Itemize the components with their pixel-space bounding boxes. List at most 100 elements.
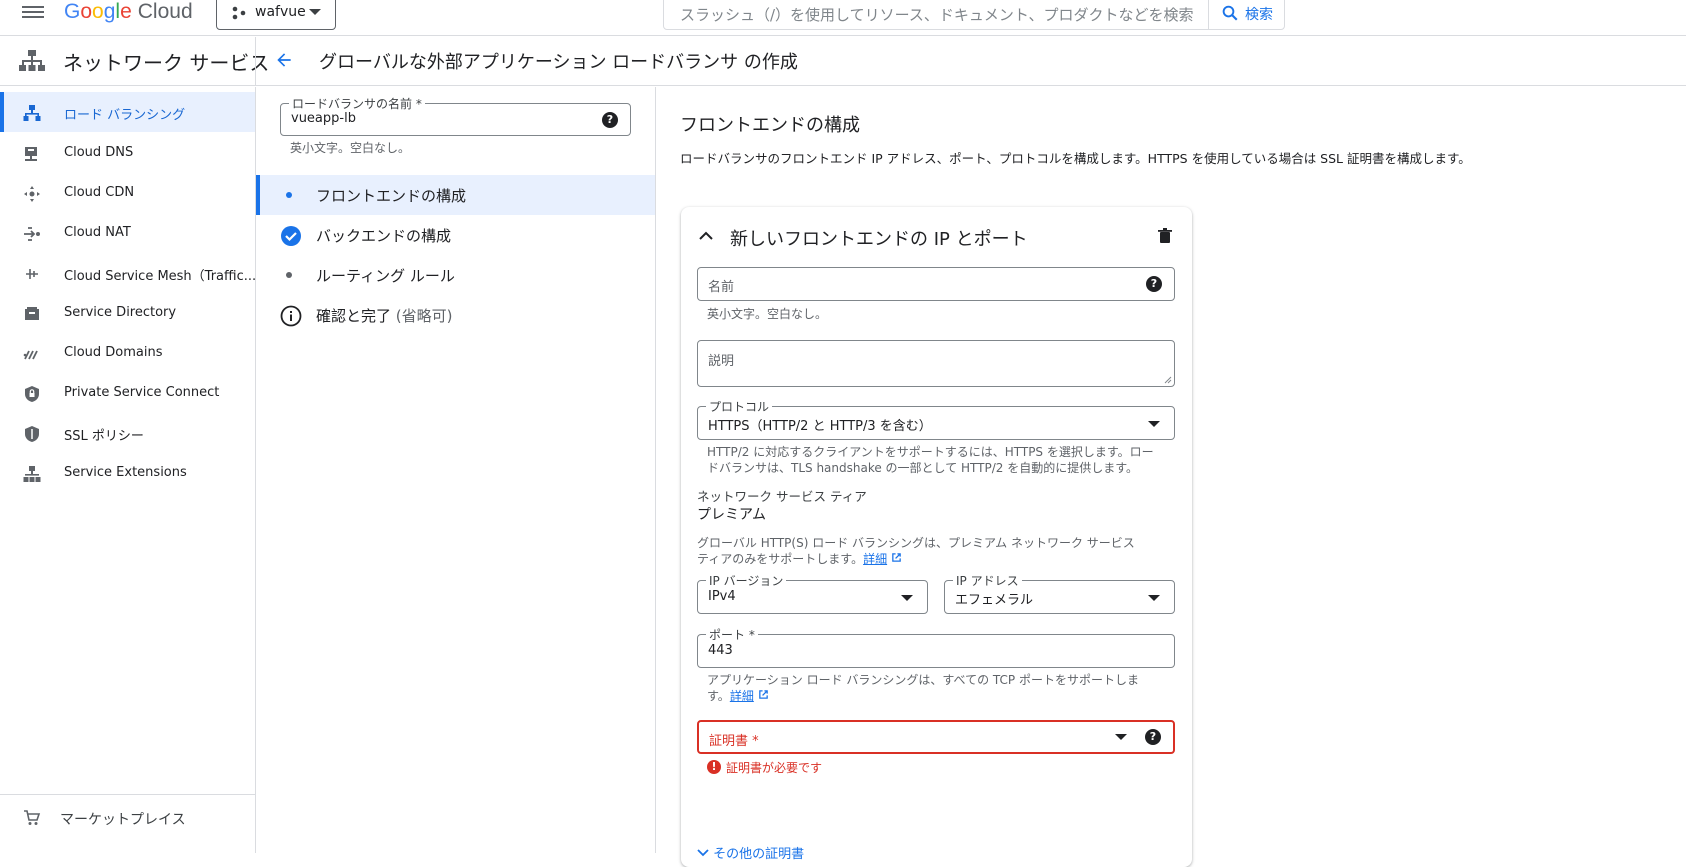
project-icon: [232, 6, 246, 20]
ip-version-select[interactable]: IP バージョン IPv4: [697, 572, 928, 614]
sidebar-item-label: Service Extensions: [64, 465, 187, 480]
top-bar: Google Cloud wafvue スラッシュ（/）を使用してリソース、ドキュ…: [0, 0, 1686, 36]
back-arrow-icon[interactable]: [274, 50, 294, 70]
sidebar-item-load-balancing[interactable]: ロード バランシング: [0, 92, 255, 132]
network-services-icon: [19, 50, 45, 71]
lb-name-label: ロードバランサの名前 *: [289, 95, 425, 112]
step-frontend[interactable]: フロントエンドの構成: [256, 175, 655, 215]
details-link[interactable]: 詳細: [863, 552, 887, 566]
help-icon[interactable]: ?: [1146, 276, 1162, 292]
step-review[interactable]: 確認と完了 (省略可): [256, 295, 655, 335]
tier-hint-line-1: グローバル HTTP(S) ロード バランシングは、プレミアム ネットワーク サ…: [697, 536, 1135, 550]
error-icon: !: [707, 760, 721, 774]
section-title: フロントエンドの構成: [680, 115, 860, 136]
tier-label: ネットワーク サービス ティア: [697, 489, 867, 504]
sidebar-item-label: Cloud DNS: [64, 145, 134, 160]
description-field[interactable]: 説明: [697, 340, 1175, 387]
lb-name-hint: 英小文字。空白なし。: [290, 141, 411, 155]
certificate-error: 証明書が必要です: [726, 761, 823, 775]
description-input[interactable]: 説明: [708, 350, 734, 369]
project-name: wafvue: [255, 4, 306, 20]
chevron-down-icon: [697, 849, 709, 857]
protocol-hint-line-1: HTTP/2 に対応するクライアントをサポートするには、HTTPS を選択します…: [707, 445, 1154, 459]
name-field[interactable]: 名前 ?: [697, 267, 1175, 301]
tier-value: プレミアム: [697, 507, 767, 523]
load-balancing-icon: [23, 105, 41, 121]
sidebar-item-label: Cloud Domains: [64, 345, 163, 360]
marketplace-link[interactable]: マーケットプレイス: [0, 799, 255, 839]
search-input[interactable]: スラッシュ（/）を使用してリソース、ドキュメント、プロダクトなどを検索: [680, 4, 1194, 25]
divider: [0, 794, 255, 795]
lb-name-field[interactable]: ロードバランサの名前 * vueapp-lb ?: [280, 95, 631, 136]
sidebar-item-cloud-nat[interactable]: Cloud NAT: [0, 213, 255, 253]
chevron-down-icon: [901, 595, 913, 601]
more-certificates-label: その他の証明書: [713, 847, 805, 862]
port-hint-line-2: す。詳細: [707, 688, 769, 704]
optional-label: (省略可): [395, 307, 453, 325]
nat-icon: [24, 227, 40, 241]
protocol-select[interactable]: プロトコル HTTPS（HTTP/2 と HTTP/3 を含む）: [697, 398, 1175, 440]
help-icon[interactable]: ?: [602, 112, 618, 128]
port-field[interactable]: ポート * 443: [697, 626, 1175, 668]
service-title: ネットワーク サービス: [63, 51, 270, 75]
name-hint: 英小文字。空白なし。: [707, 307, 828, 321]
certificate-select[interactable]: 証明書 * ?: [697, 720, 1175, 754]
main-content: フロントエンドの構成 ロードバランサのフロントエンド IP アドレス、ポート、プ…: [657, 87, 1686, 867]
step-routing[interactable]: ルーティング ルール: [256, 255, 655, 295]
sidebar-item-label: Cloud Service Mesh（Traffic...: [64, 269, 257, 284]
chevron-up-icon[interactable]: [698, 228, 714, 244]
shopping-cart-icon: [24, 810, 41, 825]
step-label: 確認と完了 (省略可): [316, 305, 453, 326]
step-label: フロントエンドの構成: [316, 187, 467, 205]
tier-hint-line-2: ティアのみをサポートします。詳細: [697, 551, 902, 567]
sidebar-item-cloud-domains[interactable]: Cloud Domains: [0, 333, 255, 373]
current-step-icon: [286, 192, 292, 198]
info-icon: [280, 305, 302, 327]
name-input[interactable]: 名前: [708, 276, 734, 295]
step-backend[interactable]: バックエンドの構成: [256, 215, 655, 255]
service-extensions-icon: [23, 466, 41, 482]
sidebar: ロード バランシング Cloud DNS Cloud CDN Cloud NAT…: [0, 87, 256, 853]
help-icon[interactable]: ?: [1145, 729, 1161, 745]
ip-address-value: エフェメラル: [955, 593, 1034, 608]
ip-address-select[interactable]: IP アドレス エフェメラル: [944, 572, 1175, 614]
resize-handle-icon[interactable]: [1164, 376, 1172, 384]
protocol-hint-line-2: ドバランサは、TLS handshake の一部として HTTP/2 を自動的に…: [707, 461, 1139, 475]
search-button[interactable]: 検索: [1208, 0, 1284, 29]
frontend-card: 新しいフロントエンドの IP とポート 名前 ? 英小文字。空白なし。 説明 プ…: [681, 207, 1192, 867]
google-cloud-logo[interactable]: Google Cloud: [64, 0, 193, 24]
domains-icon: [23, 350, 38, 360]
sidebar-item-label: SSL ポリシー: [64, 429, 144, 444]
sidebar-item-cloud-cdn[interactable]: Cloud CDN: [0, 173, 255, 213]
trash-icon[interactable]: [1158, 228, 1172, 244]
sidebar-item-cloud-dns[interactable]: Cloud DNS: [0, 133, 255, 173]
sidebar-item-label: Private Service Connect: [64, 385, 220, 400]
protocol-value: HTTPS（HTTP/2 と HTTP/3 を含む）: [708, 419, 932, 434]
ssl-policy-icon: [25, 426, 39, 442]
details-link[interactable]: 詳細: [730, 689, 754, 703]
sidebar-item-label: Service Directory: [64, 305, 177, 320]
sidebar-item-service-mesh[interactable]: Cloud Service Mesh（Traffic...: [0, 253, 257, 293]
tier-hint-text: ティアのみをサポートします。: [697, 552, 864, 566]
dns-icon: [25, 147, 37, 161]
external-link-icon: [758, 690, 768, 699]
search-button-label: 検索: [1245, 7, 1273, 23]
check-circle-icon: [281, 226, 301, 246]
section-description: ロードバランサのフロントエンド IP アドレス、ポート、プロトコルを構成します。…: [680, 151, 1471, 166]
sidebar-item-service-directory[interactable]: Service Directory: [0, 293, 255, 333]
protocol-label: プロトコル: [706, 398, 773, 415]
sidebar-item-label: ロード バランシング: [64, 108, 186, 123]
lb-name-input[interactable]: vueapp-lb: [291, 111, 356, 126]
search-bar[interactable]: スラッシュ（/）を使用してリソース、ドキュメント、プロダクトなどを検索 検索: [663, 0, 1285, 30]
pending-step-icon: [286, 272, 292, 278]
external-link-icon: [892, 553, 901, 562]
chevron-down-icon: [1115, 734, 1127, 740]
service-mesh-icon: [26, 269, 38, 279]
sidebar-item-private-service-connect[interactable]: Private Service Connect: [0, 373, 255, 413]
sidebar-item-service-extensions[interactable]: Service Extensions: [0, 453, 255, 493]
port-input[interactable]: 443: [708, 643, 733, 658]
sidebar-item-ssl-policy[interactable]: SSL ポリシー: [0, 413, 255, 453]
chevron-down-icon: [309, 9, 321, 15]
project-selector[interactable]: wafvue: [216, 0, 336, 30]
hamburger-menu-icon[interactable]: [22, 3, 44, 23]
